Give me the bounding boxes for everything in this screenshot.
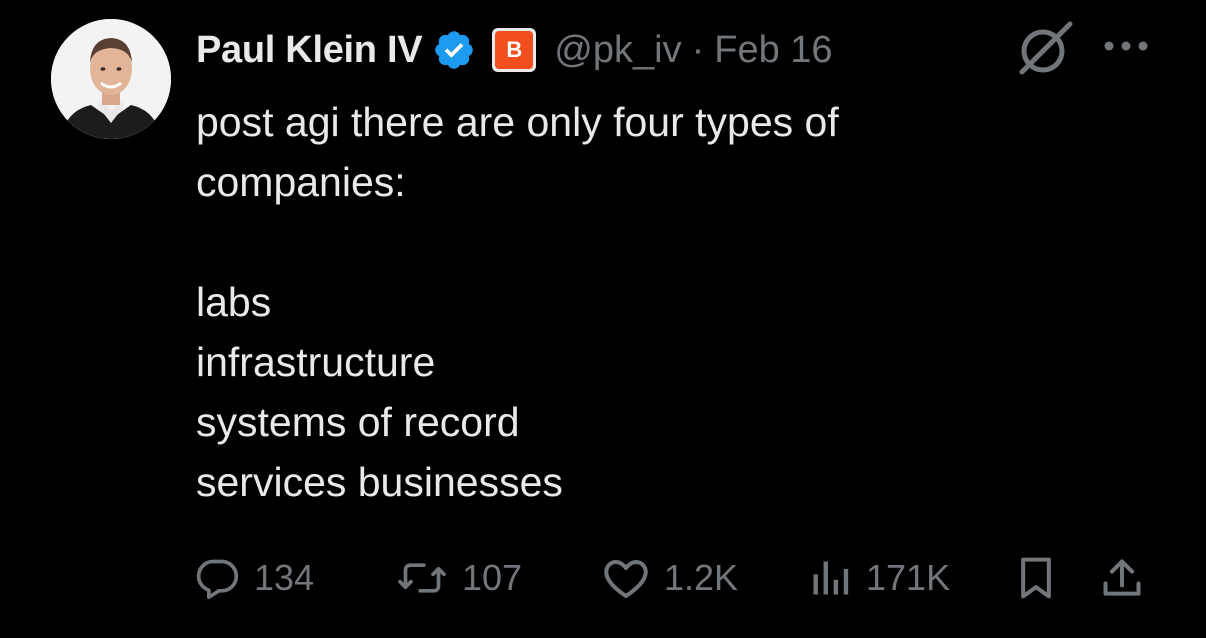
analytics-icon bbox=[813, 561, 849, 595]
more-options-icon[interactable] bbox=[1102, 36, 1150, 56]
repost-count: 107 bbox=[462, 557, 523, 598]
share-button[interactable] bbox=[1100, 550, 1144, 606]
user-handle[interactable]: @pk_iv bbox=[554, 29, 681, 72]
reply-button[interactable]: 134 bbox=[196, 550, 314, 606]
reply-icon bbox=[196, 559, 239, 600]
tweet: Paul Klein IV B @pk_iv · Feb 16 post agi… bbox=[0, 0, 1206, 638]
tweet-text-line: post agi there are only four types of bbox=[196, 99, 839, 145]
bookmark-icon bbox=[1021, 557, 1051, 599]
affiliation-badge-label: B bbox=[495, 31, 534, 69]
tweet-text-line: services businesses bbox=[196, 459, 563, 505]
post-date[interactable]: Feb 16 bbox=[714, 29, 832, 72]
bookmark-button[interactable] bbox=[1014, 550, 1058, 606]
heart-icon bbox=[604, 560, 648, 598]
views-count: 171K bbox=[866, 557, 951, 598]
like-count: 1.2K bbox=[664, 557, 739, 598]
grok-icon[interactable] bbox=[1014, 20, 1076, 78]
tweet-header: Paul Klein IV B @pk_iv · Feb 16 bbox=[196, 22, 833, 78]
display-name[interactable]: Paul Klein IV bbox=[196, 29, 423, 72]
tweet-text: post agi there are only four types of co… bbox=[196, 92, 1096, 512]
tweet-text-line: companies: bbox=[196, 159, 406, 205]
tweet-text-line: labs bbox=[196, 279, 272, 325]
action-bar: 134 107 1.2K 171K bbox=[196, 550, 1156, 606]
repost-icon bbox=[398, 563, 446, 593]
separator-dot: · bbox=[691, 28, 705, 71]
avatar[interactable] bbox=[51, 19, 171, 139]
share-icon bbox=[1103, 559, 1141, 596]
reply-count: 134 bbox=[254, 557, 315, 598]
tweet-text-line: infrastructure bbox=[196, 339, 436, 385]
views-button[interactable]: 171K bbox=[808, 550, 950, 606]
repost-button[interactable]: 107 bbox=[396, 550, 522, 606]
avatar-image bbox=[51, 19, 171, 139]
affiliation-badge[interactable]: B bbox=[492, 28, 537, 72]
verified-badge-icon[interactable] bbox=[432, 28, 476, 72]
like-button[interactable]: 1.2K bbox=[602, 550, 738, 606]
tweet-text-line: systems of record bbox=[196, 399, 520, 445]
